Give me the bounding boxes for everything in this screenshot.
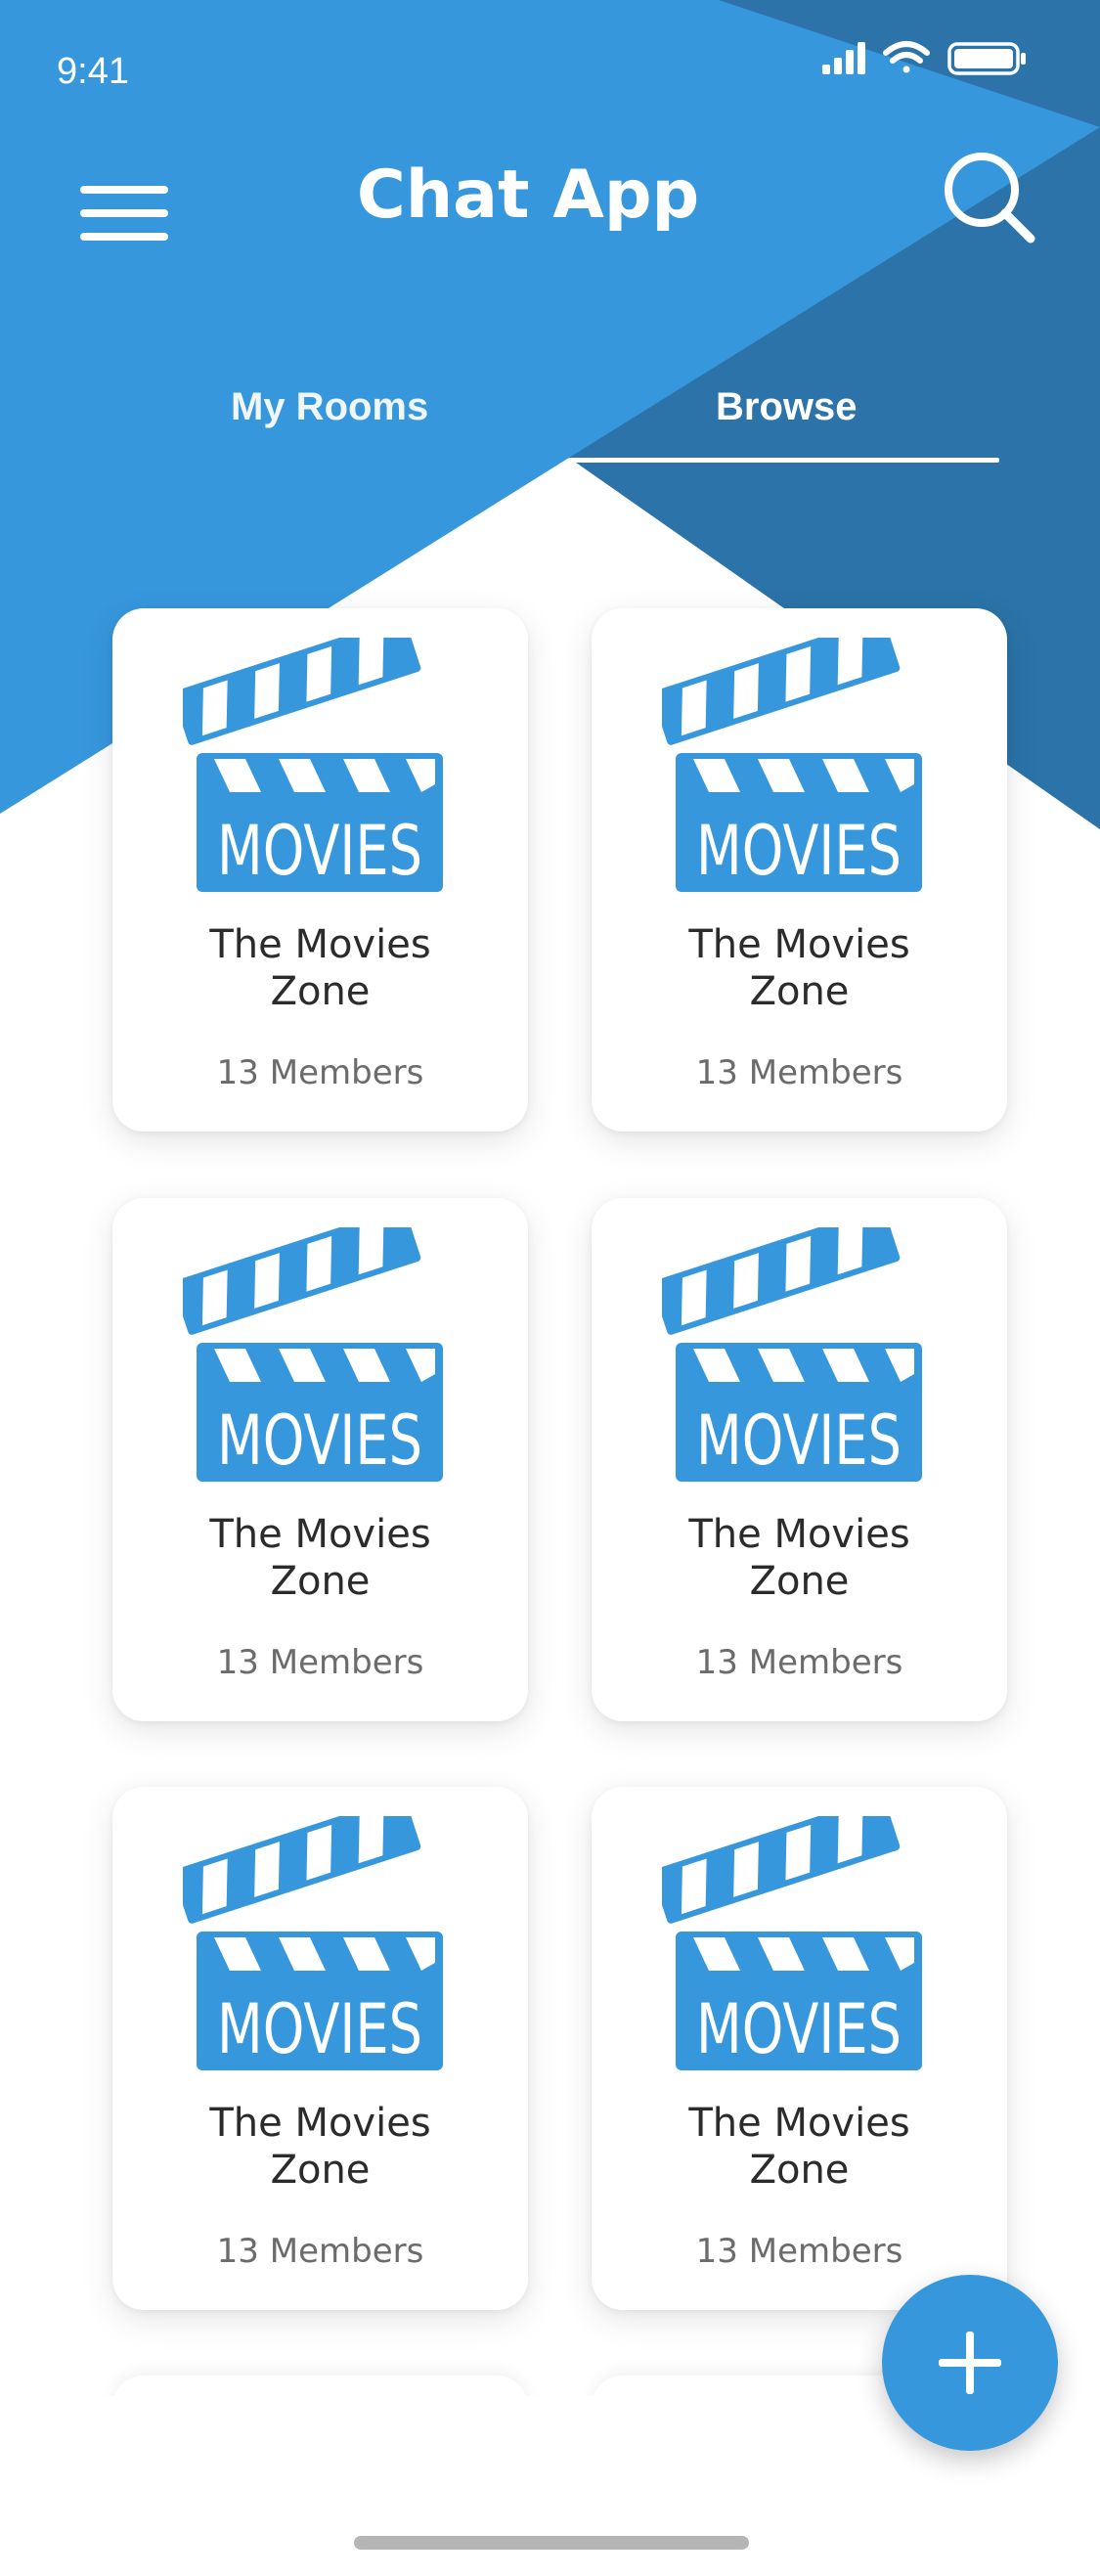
room-card[interactable]: MOVIES The Movies Zone 13 Members [112, 1198, 528, 1721]
room-title-line1: The Movies [688, 922, 910, 967]
room-title-line2: Zone [749, 1559, 850, 1604]
room-members: 13 Members [695, 2232, 903, 2271]
room-title-line1: The Movies [688, 1512, 910, 1557]
logo-text: MOVIES [217, 811, 422, 891]
status-time: 9:41 [57, 51, 129, 92]
room-card[interactable]: MOVIES The Movies Zone 13 Members [592, 1787, 1007, 2310]
logo-text: MOVIES [217, 1989, 422, 2069]
logo-text: MOVIES [696, 1400, 902, 1481]
app-screen: 9:41 Chat App My Rooms Browse MOVIES The… [0, 0, 1100, 2576]
room-title: The Movies Zone [112, 1511, 528, 1605]
room-title-line1: The Movies [688, 2101, 910, 2146]
movies-clapperboard-icon: MOVIES [183, 1816, 443, 2070]
search-icon[interactable] [941, 147, 1038, 244]
room-title: The Movies Zone [592, 921, 1007, 1015]
tab-my-rooms[interactable]: My Rooms [231, 385, 428, 429]
room-members: 13 Members [695, 1053, 903, 1092]
active-tab-indicator [569, 458, 999, 463]
room-card[interactable]: MOVIES The Movies Zone 13 Members [592, 1198, 1007, 1721]
room-title: The Movies Zone [592, 1511, 1007, 1605]
room-title: The Movies Zone [112, 921, 528, 1015]
room-title-line1: The Movies [209, 922, 431, 967]
room-members: 13 Members [695, 1643, 903, 1682]
status-bar: 9:41 [0, 0, 1100, 147]
tab-bar: My Rooms Browse [0, 372, 1100, 469]
room-title: The Movies Zone [592, 2100, 1007, 2194]
room-card[interactable]: MOVIES The Movies Zone 13 Members [112, 608, 528, 1132]
add-room-button[interactable] [882, 2275, 1058, 2451]
home-indicator [354, 2536, 749, 2550]
movies-clapperboard-icon: MOVIES [183, 1227, 443, 1482]
room-members: 13 Members [216, 1643, 424, 1682]
plus-icon [939, 2332, 1001, 2394]
app-title: Chat App [356, 156, 700, 234]
room-title-line2: Zone [270, 2148, 371, 2193]
room-members: 13 Members [216, 1053, 424, 1092]
movies-clapperboard-icon: MOVIES [662, 1816, 922, 2070]
room-card[interactable]: MOVIES The Movies Zone 13 Members [592, 608, 1007, 1132]
room-title-line2: Zone [270, 969, 371, 1014]
room-title-line1: The Movies [209, 2101, 431, 2146]
room-members: 13 Members [216, 2232, 424, 2271]
signal-icon [822, 42, 865, 74]
room-title-line2: Zone [749, 969, 850, 1014]
movies-clapperboard-icon: MOVIES [662, 638, 922, 892]
movies-clapperboard-icon: MOVIES [183, 638, 443, 892]
room-title: The Movies Zone [112, 2100, 528, 2194]
logo-text: MOVIES [696, 1989, 902, 2069]
status-icons [822, 41, 1026, 75]
tab-browse[interactable]: Browse [716, 385, 858, 429]
logo-text: MOVIES [696, 811, 902, 891]
room-title-line2: Zone [749, 2148, 850, 2193]
battery-icon [947, 42, 1026, 75]
room-card[interactable]: MOVIES The Movies Zone 13 Members [112, 1787, 528, 2310]
wifi-icon [883, 41, 930, 73]
logo-text: MOVIES [217, 1400, 422, 1481]
movies-clapperboard-icon: MOVIES [662, 1227, 922, 1482]
room-title-line2: Zone [270, 1559, 371, 1604]
app-header: Chat App [0, 147, 1100, 264]
room-title-line1: The Movies [209, 1512, 431, 1557]
